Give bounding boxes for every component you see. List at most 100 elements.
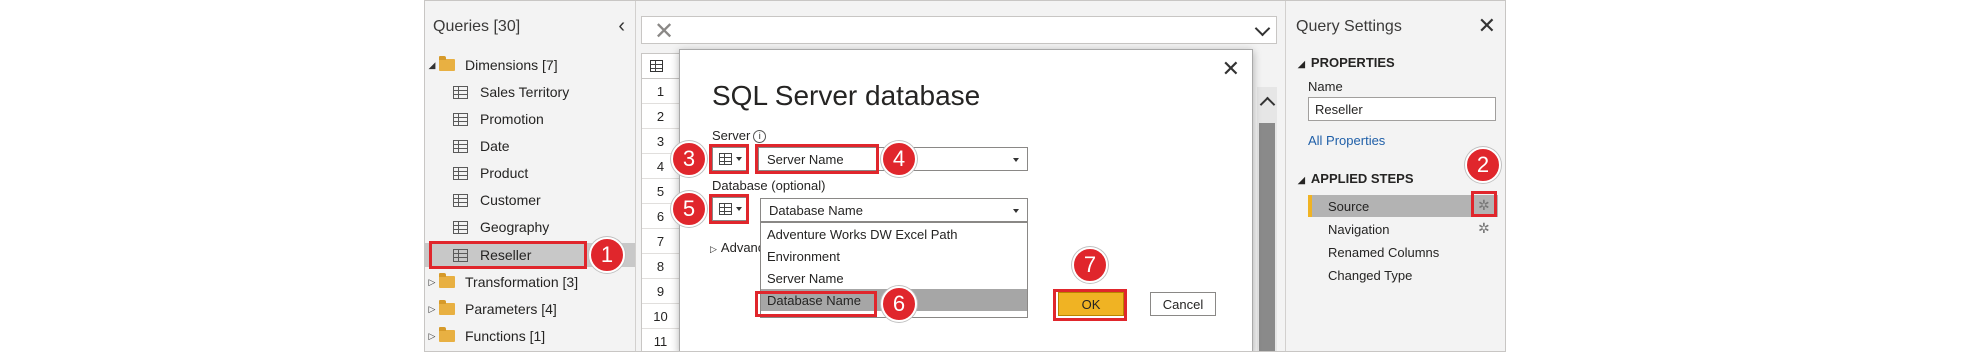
collapsed-triangle-icon[interactable]: ▷ bbox=[425, 304, 439, 315]
query-item-date[interactable]: Date bbox=[425, 134, 635, 158]
callout-badge-2: 2 bbox=[1465, 147, 1501, 183]
folder-dimensions[interactable]: ◢ Dimensions [7] bbox=[425, 53, 635, 77]
dialog-title: SQL Server database bbox=[712, 80, 981, 111]
callout-badge-1: 1 bbox=[589, 237, 625, 273]
power-query-editor: Queries [30] ‹ ◢ Dimensions [7] Sales Te… bbox=[424, 0, 1506, 352]
folder-label: Parameters [4] bbox=[465, 301, 557, 317]
step-source[interactable]: Source bbox=[1308, 195, 1498, 217]
folder-label: Dimensions [7] bbox=[465, 57, 558, 73]
name-label: Name bbox=[1308, 79, 1343, 94]
callout-badge-4: 4 bbox=[881, 141, 917, 177]
query-item-product[interactable]: Product bbox=[425, 161, 635, 185]
query-label: Promotion bbox=[480, 111, 544, 127]
expanded-triangle-icon: ◢ bbox=[1298, 175, 1305, 185]
query-item-geography[interactable]: Geography bbox=[425, 215, 635, 239]
callout-badge-3: 3 bbox=[671, 141, 707, 177]
query-item-sales-territory[interactable]: Sales Territory bbox=[425, 80, 635, 104]
server-label-group: Server i bbox=[712, 128, 767, 143]
expanded-triangle-icon[interactable]: ◢ bbox=[425, 60, 439, 71]
query-label: Product bbox=[480, 165, 529, 181]
queries-title: Queries [30] bbox=[433, 18, 521, 35]
database-label: Database (optional) bbox=[712, 178, 826, 193]
cancel-formula-icon[interactable]: ✕ bbox=[654, 17, 674, 46]
collapse-pane-icon[interactable]: ‹ bbox=[618, 15, 625, 38]
expand-triangle-icon: ▷ bbox=[710, 244, 717, 254]
step-label: Navigation bbox=[1328, 221, 1390, 237]
step-navigation[interactable]: Navigation bbox=[1308, 218, 1498, 240]
callout-badge-6: 6 bbox=[881, 286, 917, 322]
name-input[interactable]: Reseller bbox=[1308, 97, 1496, 121]
highlight-box bbox=[755, 291, 877, 317]
row-number: 2 bbox=[642, 104, 679, 129]
table-icon bbox=[453, 193, 468, 207]
highlight-box bbox=[709, 144, 749, 174]
close-icon[interactable]: ✕ bbox=[1222, 56, 1240, 82]
scroll-up-icon[interactable] bbox=[1259, 96, 1276, 113]
query-item-promotion[interactable]: Promotion bbox=[425, 107, 635, 131]
query-label: Date bbox=[480, 138, 510, 154]
properties-header: PROPERTIES bbox=[1310, 55, 1395, 70]
row-number: 9 bbox=[642, 279, 679, 304]
folder-parameters[interactable]: ▷ Parameters [4] bbox=[425, 297, 635, 321]
row-number: 10 bbox=[642, 304, 679, 329]
table-icon bbox=[453, 166, 468, 180]
row-number: 7 bbox=[642, 229, 679, 254]
table-icon bbox=[453, 220, 468, 234]
highlight-box bbox=[429, 241, 587, 269]
query-item-customer[interactable]: Customer bbox=[425, 188, 635, 212]
row-number: 8 bbox=[642, 254, 679, 279]
table-icon bbox=[453, 139, 468, 153]
dropdown-arrow-icon[interactable] bbox=[1013, 158, 1019, 162]
info-icon[interactable]: i bbox=[753, 130, 767, 143]
table-icon bbox=[453, 112, 468, 126]
query-label: Sales Territory bbox=[480, 84, 570, 100]
applied-steps-section[interactable]: ◢ APPLIED STEPS bbox=[1298, 171, 1414, 186]
formula-bar[interactable]: ✕ bbox=[641, 16, 1277, 46]
scrollbar-thumb[interactable] bbox=[1259, 123, 1275, 351]
query-label: Geography bbox=[480, 219, 550, 235]
folder-transformation[interactable]: ▷ Transformation [3] bbox=[425, 270, 635, 294]
collapsed-triangle-icon[interactable]: ▷ bbox=[425, 331, 439, 342]
row-number: 1 bbox=[642, 79, 679, 104]
dropdown-option[interactable]: Adventure Works DW Excel Path bbox=[761, 223, 1027, 245]
row-number: 11 bbox=[642, 329, 679, 351]
dropdown-option[interactable]: Environment bbox=[761, 245, 1027, 267]
expand-formula-chevron-icon[interactable] bbox=[1254, 20, 1271, 37]
step-label: Renamed Columns bbox=[1328, 244, 1440, 260]
applied-steps-header: APPLIED STEPS bbox=[1310, 171, 1414, 186]
step-label: Changed Type bbox=[1328, 267, 1413, 283]
folder-functions[interactable]: ▷ Functions [1] bbox=[425, 324, 635, 348]
folder-icon bbox=[439, 327, 455, 342]
step-label: Source bbox=[1328, 198, 1370, 214]
folder-icon bbox=[439, 273, 455, 288]
highlight-box bbox=[1471, 191, 1497, 217]
folder-label: Transformation [3] bbox=[465, 274, 579, 290]
database-value: Database Name bbox=[769, 202, 863, 218]
queries-pane: Queries [30] ‹ ◢ Dimensions [7] Sales Te… bbox=[425, 1, 636, 351]
expanded-triangle-icon: ◢ bbox=[1298, 59, 1305, 69]
table-menu-icon[interactable] bbox=[642, 54, 679, 79]
table-icon bbox=[453, 85, 468, 99]
folder-label: Functions [1] bbox=[465, 328, 546, 344]
vertical-scrollbar[interactable] bbox=[1257, 87, 1277, 351]
step-changed-type[interactable]: Changed Type bbox=[1308, 264, 1498, 286]
folder-icon bbox=[439, 300, 455, 315]
properties-section[interactable]: ◢ PROPERTIES bbox=[1298, 55, 1395, 70]
highlight-box bbox=[709, 194, 749, 224]
settings-title: Query Settings bbox=[1296, 18, 1402, 35]
query-label: Customer bbox=[480, 192, 541, 208]
callout-badge-7: 7 bbox=[1072, 247, 1108, 283]
step-renamed-columns[interactable]: Renamed Columns bbox=[1308, 241, 1498, 263]
server-label: Server bbox=[712, 128, 751, 143]
gear-icon[interactable]: ✲ bbox=[1478, 220, 1490, 237]
folder-icon bbox=[439, 56, 455, 71]
highlight-box bbox=[755, 144, 879, 174]
all-properties-link[interactable]: All Properties bbox=[1308, 133, 1385, 148]
highlight-box bbox=[1053, 289, 1127, 321]
database-combo[interactable]: Database Name bbox=[760, 198, 1028, 222]
close-icon[interactable]: ✕ bbox=[1478, 13, 1496, 39]
callout-badge-5: 5 bbox=[671, 191, 707, 227]
dropdown-arrow-icon[interactable] bbox=[1013, 209, 1019, 213]
collapsed-triangle-icon[interactable]: ▷ bbox=[425, 277, 439, 288]
cancel-button[interactable]: Cancel bbox=[1150, 292, 1216, 316]
